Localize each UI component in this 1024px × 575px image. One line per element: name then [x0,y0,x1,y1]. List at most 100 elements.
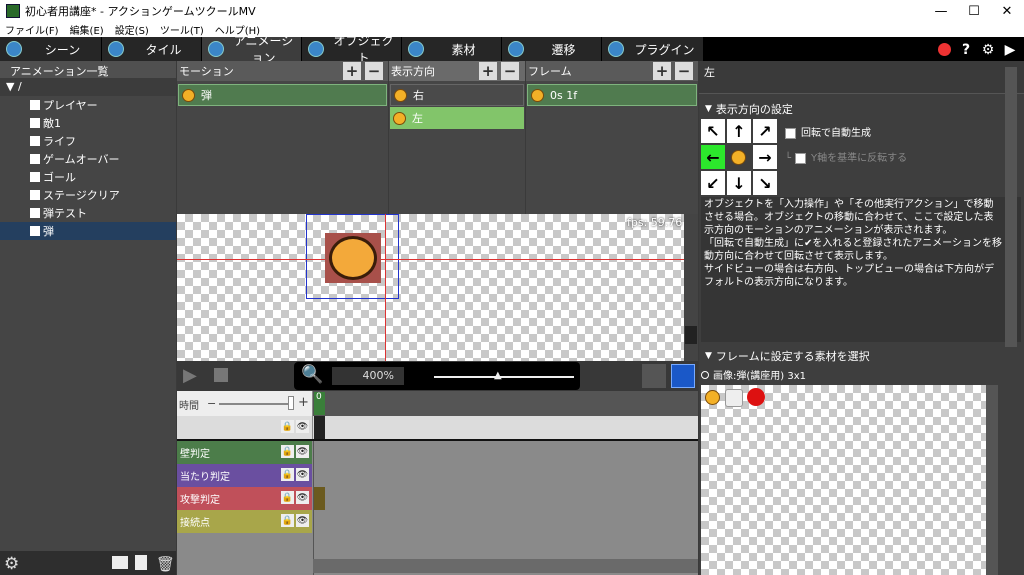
stop-icon[interactable] [214,368,228,382]
list-item[interactable]: プレイヤー [0,96,176,114]
motion-row[interactable]: 弾 [178,84,387,106]
trash-icon[interactable]: 🗑 [156,555,175,573]
arrow-up-left-icon[interactable]: ↖ [701,119,725,143]
minimize-button[interactable]: — [924,0,958,22]
menu-file[interactable]: ファイル(F) [0,22,65,37]
flip-y-checkbox[interactable]: └ Y軸を基準に反転する [785,149,907,164]
zoom-slider-thumb[interactable]: ▲ [494,370,502,381]
material-canvas[interactable] [701,385,986,575]
preview-vscroll-thumb[interactable] [685,326,697,344]
direction-row[interactable]: 右 [390,84,524,106]
lock-icon[interactable]: 🔒 [281,468,294,481]
menu-edit[interactable]: 編集(E) [65,22,110,37]
tab-tile[interactable]: タイル [102,37,202,61]
eye-icon[interactable]: 👁 [296,491,309,504]
coin-tile-icon[interactable] [705,390,720,405]
collapse-icon: ▼ [705,104,712,114]
keyframe-cell[interactable] [314,487,325,510]
apple-tile-icon[interactable] [747,388,765,406]
track-attack[interactable]: 攻撃判定 🔒 👁 [177,487,312,510]
keyframe-cell[interactable] [314,416,325,439]
lock-icon[interactable]: 🔒 [281,514,294,527]
record-icon[interactable] [938,43,951,56]
eye-icon[interactable]: 👁 [296,514,309,527]
menu-tools[interactable]: ツール(T) [155,22,210,37]
image-source[interactable]: 画像:弾(講座用) 3x1 [701,367,806,382]
remove-frame-button[interactable]: − [675,62,693,80]
frame-material-header[interactable]: ▼ フレームに設定する素材を選択 [705,348,870,364]
track-connect[interactable]: 接続点 🔒 👁 [177,510,312,533]
tab-material[interactable]: 素材 [402,37,502,61]
timeline-hscroll[interactable] [313,559,698,573]
onigiri-tile-icon[interactable] [725,389,743,407]
play-icon[interactable]: ▶ [183,365,197,386]
gear-icon[interactable]: ⚙ [980,42,996,58]
direction-row-selected[interactable]: 左 [390,107,524,129]
grid-icon[interactable] [671,364,695,388]
frame-row[interactable]: 0s 1f [527,84,697,106]
play-icon[interactable]: ▶ [1002,42,1018,58]
tab-object[interactable]: オブジェクト [302,34,402,65]
lock-icon[interactable]: 🔒 [281,420,294,433]
auto-rotate-checkbox[interactable]: 回転で自動生成 [785,124,871,139]
lock-icon[interactable]: 🔒 [281,491,294,504]
tab-plugin[interactable]: プラグイン [602,37,704,61]
magnifier-icon[interactable]: 🔍 [301,364,323,385]
direction-settings-header[interactable]: ▼ 表示方向の設定 [705,101,793,117]
track-wall[interactable]: 壁判定 🔒 👁 [177,441,312,464]
frame-number[interactable]: 0 [314,392,325,415]
arrow-down-icon[interactable]: ↓ [727,171,751,195]
close-button[interactable]: ✕ [990,0,1024,22]
remove-direction-button[interactable]: − [501,62,519,80]
checkbox-box[interactable] [785,127,796,139]
time-scale-thumb[interactable] [288,396,294,410]
zoom-slider[interactable] [434,376,574,378]
property-vscroll[interactable] [1005,67,1017,347]
add-file-icon[interactable] [135,555,147,570]
arrow-down-right-icon[interactable]: ↘ [753,171,777,195]
eye-icon[interactable]: 👁 [296,468,309,481]
list-item[interactable]: ゲームオーバー [0,150,176,168]
list-item[interactable]: 弾テスト [0,204,176,222]
eye-icon[interactable]: 👁 [296,445,309,458]
preview-vscroll[interactable] [684,214,698,361]
list-item[interactable]: ゴール [0,168,176,186]
maximize-button[interactable]: ☐ [957,0,991,22]
arrow-up-icon[interactable]: ↑ [727,119,751,143]
arrow-right-icon[interactable]: → [753,145,777,169]
timeline-panel: 時間 − + 0 🔒 👁 壁判定 🔒 👁 当たり判定 🔒 👁 攻撃判定 🔒 👁 接続点 🔒 👁 [177,391,698,575]
track-lane[interactable] [313,416,698,439]
zoom-in-icon[interactable]: + [298,395,309,410]
remove-motion-button[interactable]: − [365,62,383,80]
material-vscroll[interactable] [986,385,998,575]
add-direction-button[interactable]: + [479,62,497,80]
gear-icon[interactable]: ⚙ [4,554,19,574]
zoom-input[interactable]: 400% [332,367,404,385]
radio-icon[interactable] [701,370,709,379]
list-item-selected[interactable]: 弾 [0,222,176,240]
track-hitbox[interactable]: 当たり判定 🔒 👁 [177,464,312,487]
checkbox-box[interactable] [795,152,807,164]
zoom-out-icon[interactable]: − [207,397,216,410]
tab-animation[interactable]: アニメーション [202,34,302,65]
list-item[interactable]: ライフ [0,132,176,150]
arrow-down-left-icon[interactable]: ↙ [701,171,725,195]
lock-icon[interactable]: 🔒 [281,445,294,458]
animation-preview-canvas[interactable]: fps: 59.76 [177,214,696,361]
tab-scene[interactable]: シーン [0,37,102,61]
time-scale-slider[interactable] [219,403,289,405]
folder-root[interactable]: ▼ / [0,78,176,96]
track-row[interactable]: 🔒 👁 [177,416,312,439]
tab-transition[interactable]: 遷移 [502,37,602,61]
list-item[interactable]: 敵1 [0,114,176,132]
help-icon[interactable]: ? [958,42,974,58]
menu-settings[interactable]: 設定(S) [110,22,155,37]
list-item[interactable]: ステージクリア [0,186,176,204]
add-motion-button[interactable]: + [343,62,361,80]
view-toggle-icon[interactable] [642,364,666,388]
add-folder-icon[interactable] [112,556,128,569]
arrow-up-right-icon[interactable]: ↗ [753,119,777,143]
add-frame-button[interactable]: + [653,62,671,80]
arrow-left-icon[interactable]: ← [701,145,725,169]
eye-icon[interactable]: 👁 [296,420,309,433]
